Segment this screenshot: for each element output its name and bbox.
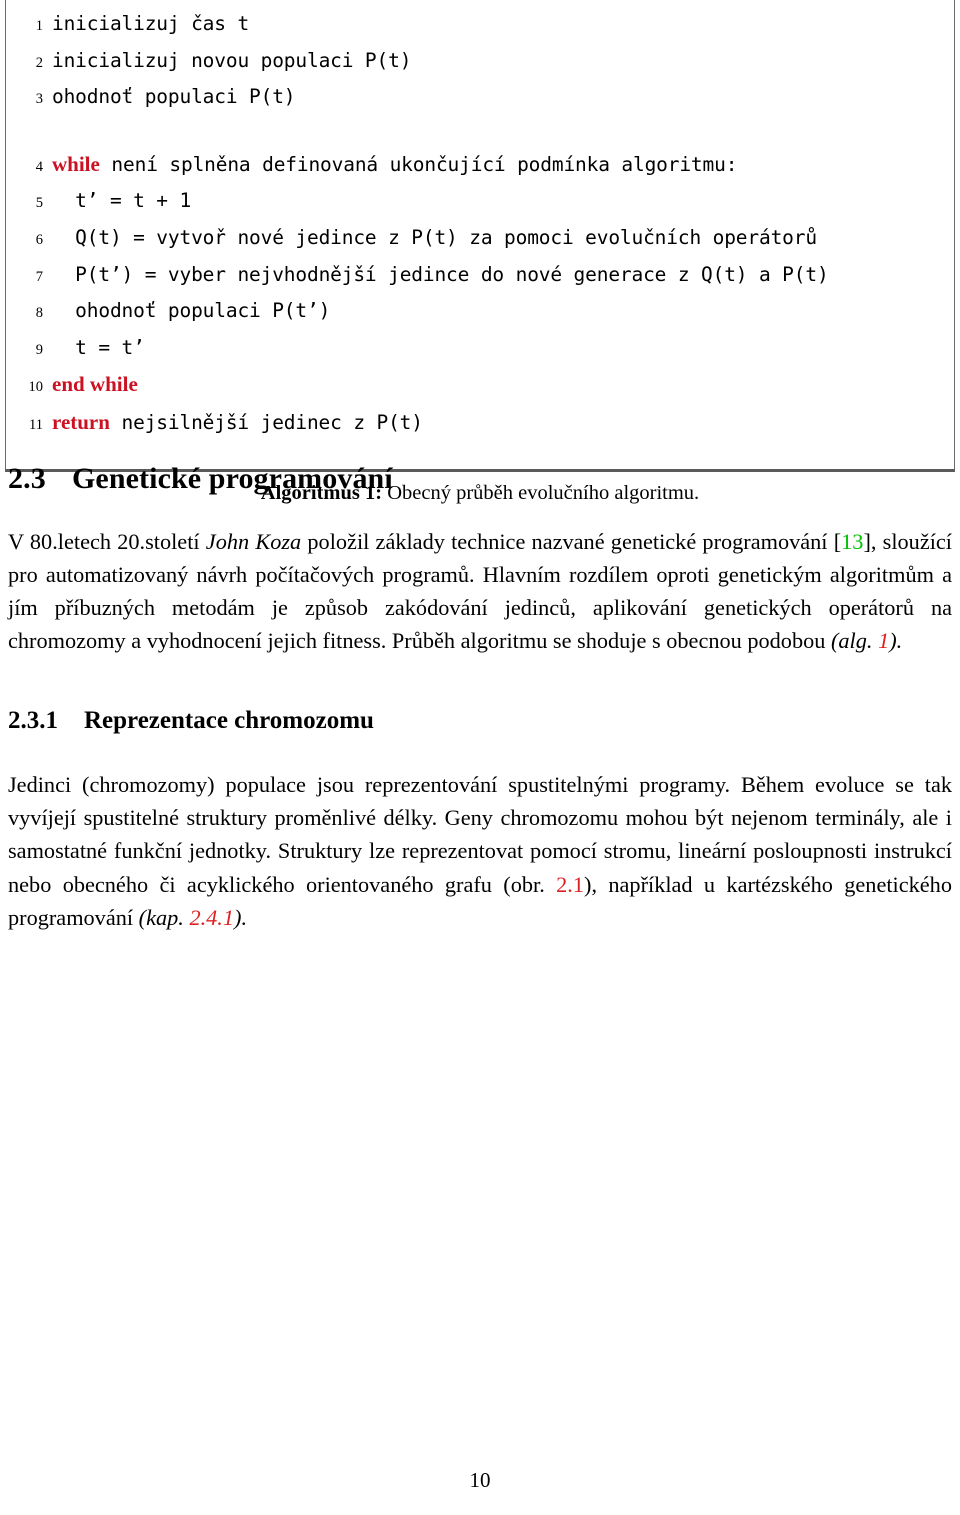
algorithm-line: 1 inicializuj čas t bbox=[6, 7, 954, 44]
line-number: 8 bbox=[35, 305, 43, 322]
algorithm-line: 3 ohodnoť populaci P(t) bbox=[6, 80, 954, 117]
section-paragraph: V 80.letech 20.století John Koza položil… bbox=[8, 525, 952, 658]
crossref-link-kap-2-4-1[interactable]: 2.4.1 bbox=[189, 905, 234, 930]
citation-link-13[interactable]: 13 bbox=[841, 529, 863, 554]
line-number: 3 bbox=[35, 91, 43, 108]
paragraph-text-part2: položil základy technice nazvané genetic… bbox=[301, 528, 842, 554]
line-number: 4 bbox=[35, 158, 43, 175]
paragraph-text-part1: V 80.letech 20.století bbox=[8, 528, 206, 554]
line-code: není splněna definovaná ukončující podmí… bbox=[99, 152, 738, 176]
subsection-number: 2.3.1 bbox=[8, 707, 58, 735]
line-number: 1 bbox=[35, 18, 43, 34]
keyword-while: while bbox=[52, 151, 100, 176]
algorithm-ref-open: (alg. bbox=[830, 628, 879, 654]
line-number: 2 bbox=[35, 54, 43, 71]
algorithm-line: 10 end while bbox=[6, 367, 954, 405]
subsection-title: Reprezentace chromozomu bbox=[84, 707, 374, 735]
section-number: 2.3 bbox=[8, 462, 46, 495]
algorithm-line: 9 t = t’ bbox=[6, 331, 954, 368]
section-title: Genetické programování bbox=[72, 462, 393, 495]
line-code: ohodnoť populaci P(t’) bbox=[52, 299, 331, 323]
figure-ref-close: ), bbox=[584, 871, 609, 897]
algorithm-line: 11 return nejsilnější jedinec z P(t) bbox=[6, 405, 954, 443]
subsection-paragraph: Jedinci (chromozomy) populace jsou repre… bbox=[8, 768, 952, 934]
algorithm-line: 6 Q(t) = vytvoř nové jedince z P(t) za p… bbox=[6, 221, 954, 258]
algorithm-line: 2 inicializuj novou populaci P(t) bbox=[6, 44, 954, 81]
line-number: 6 bbox=[35, 231, 43, 248]
chapter-ref-open: (kap. bbox=[138, 904, 190, 930]
algorithm-line: 5 t’ = t + 1 bbox=[6, 184, 954, 221]
crossref-link-alg-1[interactable]: 1 bbox=[878, 628, 889, 653]
line-number: 10 bbox=[28, 379, 44, 396]
line-code: P(t’) = vyber nejvhodnější jedince do no… bbox=[52, 262, 829, 286]
line-code: Q(t) = vytvoř nové jedince z P(t) za pom… bbox=[52, 225, 817, 249]
algorithm-float: 1 inicializuj čas t 2 inicializuj novou … bbox=[0, 0, 960, 505]
algorithm-line: 8 ohodnoť populaci P(t’) bbox=[6, 294, 954, 331]
line-number: 5 bbox=[35, 195, 43, 212]
figure-ref-open: (obr. bbox=[503, 871, 557, 897]
line-number: 11 bbox=[29, 416, 43, 433]
author-name: John Koza bbox=[205, 528, 302, 554]
section-heading-2-3: 2.3 Genetické programování bbox=[8, 462, 952, 497]
keyword-return: return bbox=[52, 409, 110, 434]
line-number: 7 bbox=[35, 268, 43, 285]
line-number: 9 bbox=[35, 341, 43, 358]
line-code: t = t’ bbox=[52, 335, 145, 359]
algorithm-line-list: 1 inicializuj čas t 2 inicializuj novou … bbox=[6, 7, 954, 443]
page-number: 10 bbox=[469, 1468, 491, 1492]
page-body: 2.3 Genetické programování V 80.letech 20… bbox=[8, 462, 952, 934]
algorithm-line: 7 P(t’) = vyber nejvhodnější jedince do … bbox=[6, 258, 954, 295]
chapter-ref-close: ). bbox=[234, 904, 248, 930]
algorithm-line: 4 while není splněna definovaná ukončují… bbox=[6, 147, 954, 185]
line-code: inicializuj čas t bbox=[52, 12, 250, 35]
keyword-end-while: end while bbox=[52, 372, 138, 397]
line-code: inicializuj novou populaci P(t) bbox=[52, 48, 412, 72]
line-code: nejsilnější jedinec z P(t) bbox=[109, 410, 424, 434]
algorithm-ref-close: ). bbox=[889, 628, 903, 654]
algorithm-box: 1 inicializuj čas t 2 inicializuj novou … bbox=[5, 0, 955, 472]
line-code: ohodnoť populaci P(t) bbox=[52, 85, 296, 109]
subsection-heading-2-3-1: 2.3.1 Reprezentace chromozomu bbox=[8, 707, 952, 736]
line-code: t’ = t + 1 bbox=[52, 189, 192, 213]
algorithm-blank-line bbox=[6, 117, 954, 147]
crossref-link-obr-2-1[interactable]: 2.1 bbox=[556, 872, 584, 897]
